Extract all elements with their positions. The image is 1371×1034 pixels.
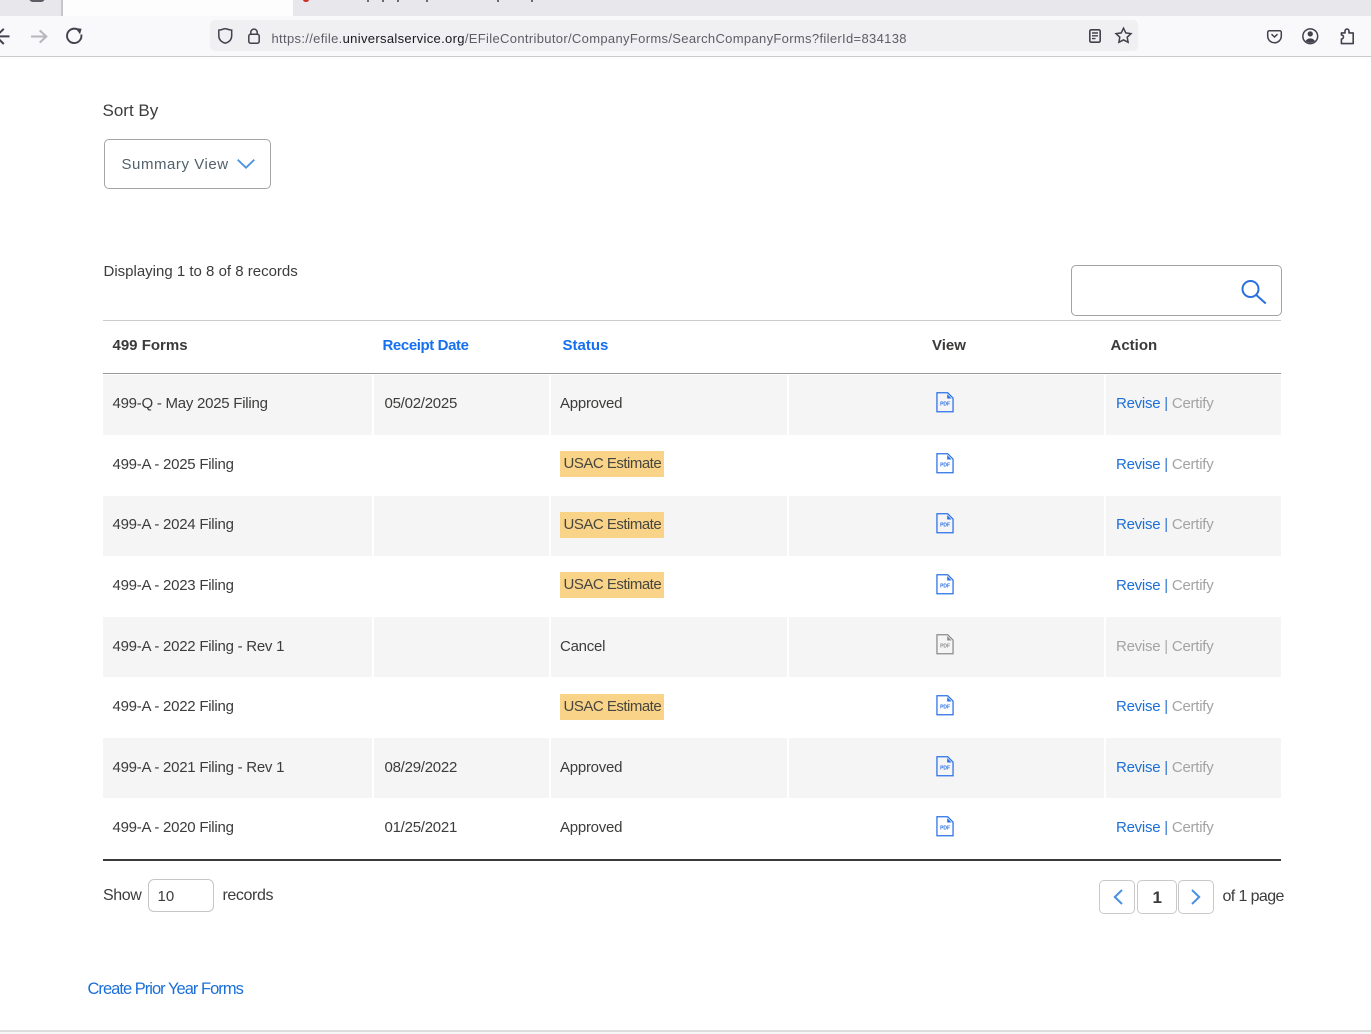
svg-text:PDF: PDF	[940, 705, 950, 711]
svg-text:PDF: PDF	[940, 644, 950, 650]
svg-text:PDF: PDF	[940, 826, 950, 832]
svg-text:PDF: PDF	[940, 402, 950, 408]
svg-text:PDF: PDF	[940, 765, 950, 771]
svg-text:PDF: PDF	[940, 583, 950, 589]
svg-text:PDF: PDF	[940, 523, 950, 529]
svg-text:PDF: PDF	[940, 462, 950, 468]
